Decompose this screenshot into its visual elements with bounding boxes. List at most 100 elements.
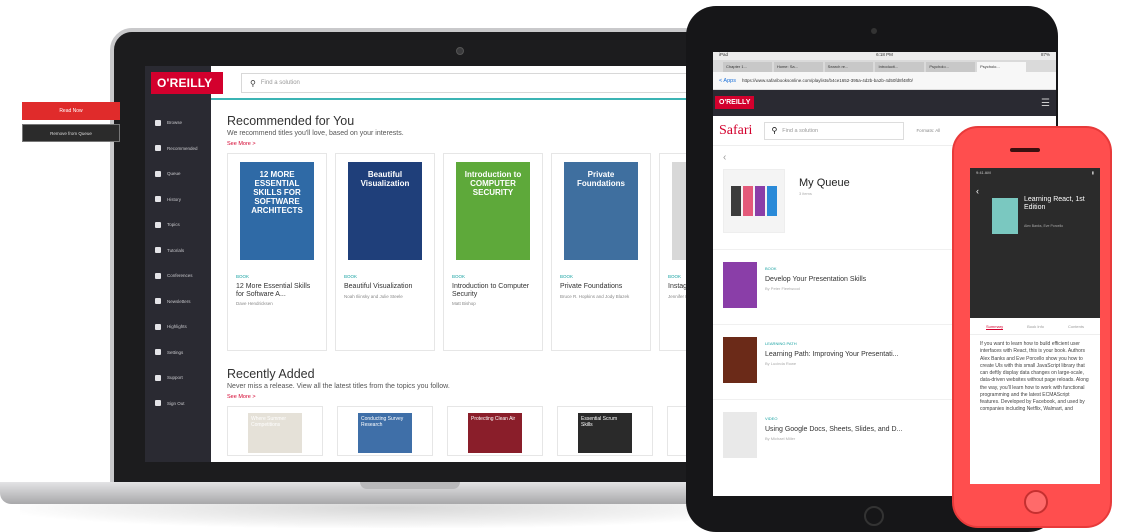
safari-brand[interactable]: Safari	[719, 123, 752, 139]
topics-icon	[155, 221, 161, 228]
browser-tab[interactable]: Search re...	[824, 62, 874, 72]
book-author: Matt Bishop	[452, 301, 476, 307]
book-type-badge: BOOK	[452, 274, 466, 279]
item-author: By Lucinda Rowe	[765, 361, 797, 366]
book-cover: Introduction to COMPUTER SECURITY	[456, 162, 530, 260]
item-cover	[723, 412, 757, 458]
remove-from-queue-button[interactable]: Remove from Queue	[22, 124, 120, 142]
recent-book-card[interactable]: Where Summer Competitions	[227, 406, 323, 456]
sidebar-item-sign-out[interactable]: Sign Out	[145, 391, 211, 417]
oreilly-logo[interactable]: O'REILLY	[151, 72, 223, 94]
recommended-carousel: 12 MORE ESSENTIAL SKILLS FOR SOFTWARE AR…	[227, 153, 711, 351]
recent-book-card[interactable]: Essential Scrum Skills	[557, 406, 653, 456]
book-title: Learning React, 1st Edition	[1024, 196, 1085, 212]
device-label: iPad	[719, 52, 729, 57]
laptop-camera	[456, 47, 464, 55]
book-title[interactable]: 12 More Essential Skills for Software A.…	[236, 283, 318, 298]
book-title[interactable]: Introduction to Computer Security	[452, 283, 534, 298]
sidebar-item-conferences[interactable]: Conferences	[145, 263, 211, 289]
sidebar-item-settings[interactable]: Settings	[145, 340, 211, 366]
book-author: Noah Iliinsky and Julie Steele	[344, 293, 403, 299]
browser-tab[interactable]: Introducti...	[875, 62, 925, 72]
item-type-badge: LEARNING PATH	[765, 341, 797, 346]
tab-contents[interactable]: Contents	[1068, 324, 1084, 330]
book-author: Bruce R. Hopkins and Jody Blazek	[560, 293, 630, 299]
back-chevron-icon[interactable]: ‹	[976, 186, 979, 196]
top-bar: ⚲ Find a solution	[211, 66, 711, 100]
product-showcase: Browse Recommended Queue History Topics Tutor…	[0, 0, 1132, 532]
sidebar-item-newsletters[interactable]: Newsletters	[145, 289, 211, 315]
recommended-subtitle: We recommend titles you'll love, based o…	[227, 130, 404, 137]
back-apps-link[interactable]: < Apps	[719, 78, 736, 84]
status-time: 9:41 AM	[976, 170, 991, 175]
item-title[interactable]: Develop Your Presentation Skills	[765, 276, 866, 283]
queue-thumbnail	[723, 169, 785, 233]
browser-tab[interactable]: Chapter 1...	[723, 62, 772, 72]
book-author: Dave Hendricksen	[236, 301, 273, 307]
book-type-badge: BOOK	[560, 274, 574, 279]
sidebar-item-recommended[interactable]: Recommended	[145, 136, 211, 162]
book-cover-text: Beautiful Visualization	[360, 170, 410, 188]
item-type-badge: VIDEO	[765, 416, 778, 421]
queue-icon	[155, 170, 161, 177]
book-cover: 12 MORE ESSENTIAL SKILLS FOR SOFTWARE AR…	[240, 162, 314, 260]
browser-tabs: Chapter 1... Home: Sa... Search re... Intro…	[713, 60, 1056, 72]
sidebar-item-support[interactable]: Support	[145, 365, 211, 391]
format-filter[interactable]: Formats: All	[916, 128, 940, 133]
sidebar-item-queue[interactable]: Queue	[145, 161, 211, 187]
laptop-notch	[360, 482, 460, 489]
sidebar-item-history[interactable]: History	[145, 187, 211, 213]
recent-book-card[interactable]: Protecting Clean Air	[447, 406, 543, 456]
search-icon: ⚲	[250, 78, 256, 88]
sidebar-item-highlights[interactable]: Highlights	[145, 314, 211, 340]
search-placeholder: Find a solution	[782, 127, 819, 134]
oreilly-logo[interactable]: O'REILLY	[715, 96, 755, 109]
queue-title: My Queue	[799, 177, 850, 189]
sidebar-item-tutorials[interactable]: Tutorials	[145, 238, 211, 264]
book-cover	[992, 198, 1018, 234]
tab-book-info[interactable]: Book Info	[1027, 324, 1044, 330]
recent-see-more-link[interactable]: See More >	[227, 394, 711, 400]
summary-text: If you want to learn how to build effici…	[980, 341, 1089, 413]
browser-tab[interactable]: Psycholo...	[926, 62, 976, 72]
support-icon	[155, 374, 161, 381]
sidebar-item-topics[interactable]: Topics	[145, 212, 211, 238]
item-title[interactable]: Using Google Docs, Sheets, Slides, and D…	[765, 426, 902, 433]
sidebar-item-label: Highlights	[167, 324, 187, 330]
item-type-badge: BOOK	[765, 266, 777, 271]
recent-book-card[interactable]: Conducting Survey Research	[337, 406, 433, 456]
recommended-see-more-link[interactable]: See More >	[227, 141, 711, 147]
item-author: By Michael Miller	[765, 436, 796, 441]
book-cover: Beautiful Visualization	[348, 162, 422, 260]
browser-tab[interactable]: Home: Sa...	[773, 62, 823, 72]
tablet-home-button[interactable]	[864, 506, 884, 526]
address-bar[interactable]: < Apps https://www.safaribooksonline.com…	[713, 72, 1056, 90]
settings-icon	[155, 349, 161, 356]
search-icon: ⚲	[771, 126, 778, 135]
book-cover: Where Summer Competitions	[248, 413, 302, 453]
book-title[interactable]: Private Foundations	[560, 283, 642, 291]
read-now-button[interactable]: Read Now	[22, 102, 120, 120]
queue-count: 3 items	[799, 191, 812, 196]
sidebar-item-label: Settings	[167, 349, 184, 355]
sidebar-item-label: Support	[167, 375, 183, 381]
browser-tab[interactable]: Psycholo...	[977, 62, 1026, 72]
book-title[interactable]: Beautiful Visualization	[344, 283, 426, 291]
tab-summary[interactable]: Summary	[985, 324, 1004, 330]
book-hero: 9:41 AM ▮ ‹ Learning React, 1st Edition …	[970, 168, 1100, 278]
tablet-status-bar: iPad 6:18 PM 87%	[713, 52, 1056, 60]
book-authors: Alex Banks, Eve Porcello	[1024, 224, 1064, 228]
book-card[interactable]: Beautiful Visualization BOOK Beautiful Vis…	[335, 153, 435, 351]
phone-home-button[interactable]	[1024, 490, 1048, 514]
sidebar-item-label: Conferences	[167, 273, 193, 279]
search-input[interactable]: ⚲ Find a solution	[764, 121, 905, 140]
sidebar-item-browse[interactable]: Browse	[145, 110, 211, 136]
search-input[interactable]: ⚲ Find a solution	[241, 73, 709, 93]
item-title[interactable]: Learning Path: Improving Your Presentati…	[765, 351, 898, 358]
book-cover: Private Foundations	[564, 162, 638, 260]
book-card[interactable]: Introduction to COMPUTER SECURITY BOOK Int…	[443, 153, 543, 351]
main-content: Recommended for You We recommend titles …	[227, 114, 711, 456]
hamburger-menu-icon[interactable]: ☰	[1041, 98, 1050, 109]
book-card[interactable]: Private Foundations BOOK Private Foundatio…	[551, 153, 651, 351]
book-card[interactable]: 12 MORE ESSENTIAL SKILLS FOR SOFTWARE AR…	[227, 153, 327, 351]
